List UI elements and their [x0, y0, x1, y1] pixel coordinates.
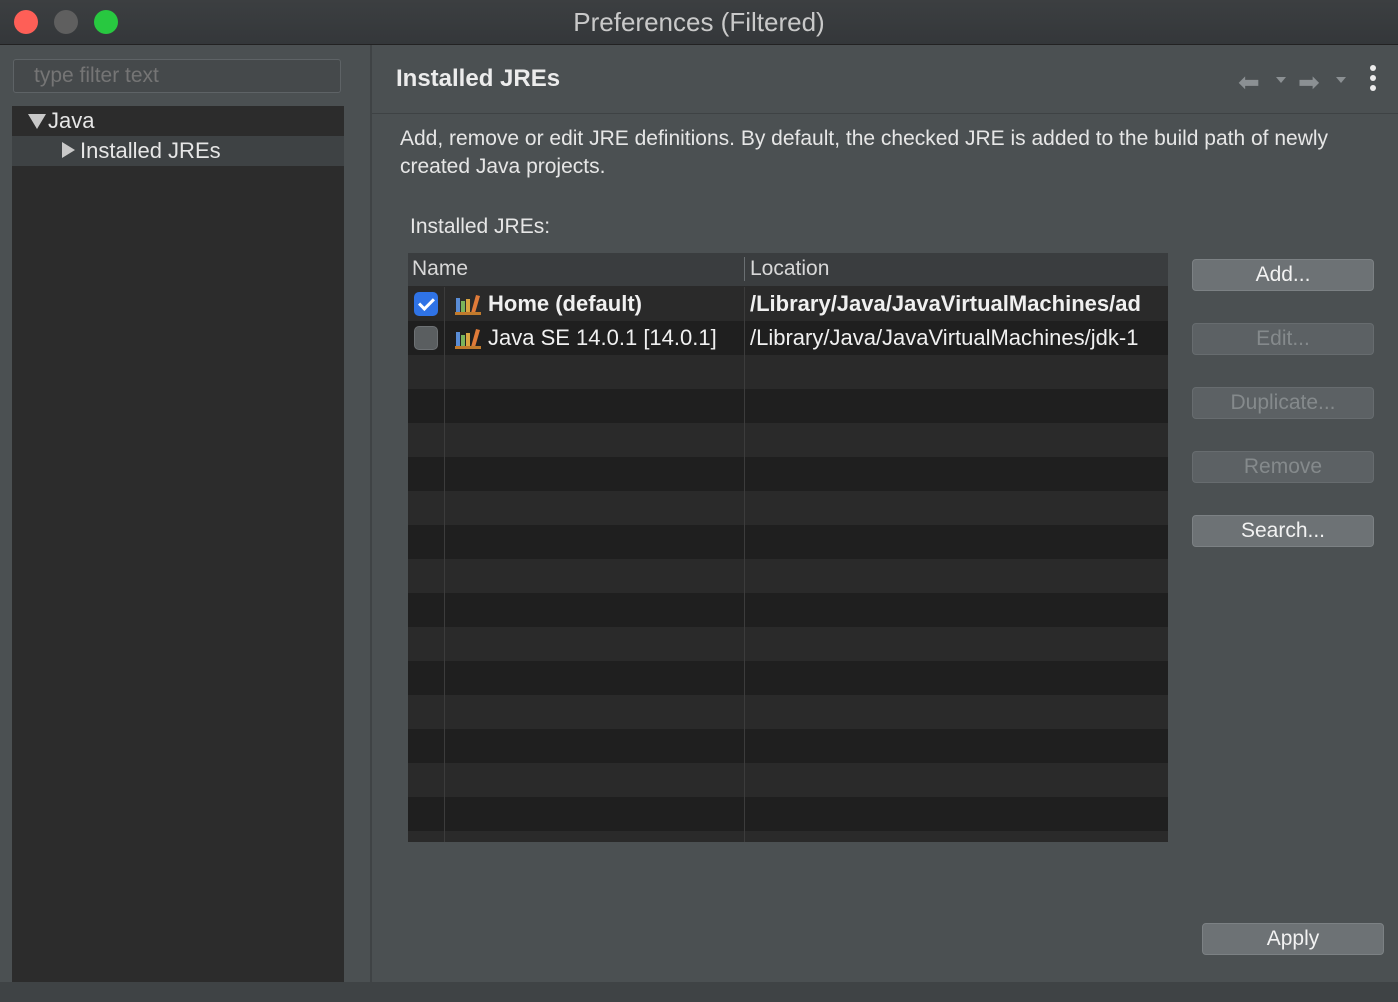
jre-name: Java SE 14.0.1 [14.0.1] [488, 325, 717, 350]
jre-checkbox[interactable] [414, 326, 438, 350]
remove-button[interactable]: Remove [1192, 451, 1374, 483]
column-header-location[interactable]: Location [750, 257, 829, 281]
table-header: Name Location [408, 253, 1168, 287]
preferences-sidebar: Java Installed JREs [0, 45, 372, 982]
window-title: Preferences (Filtered) [573, 7, 825, 37]
page-header: Installed JREs ⬅ ➡ [372, 45, 1398, 114]
duplicate-button[interactable]: Duplicate... [1192, 387, 1374, 419]
add-button[interactable]: Add... [1192, 259, 1374, 291]
empty-row [408, 389, 1168, 423]
empty-row [408, 457, 1168, 491]
empty-row [408, 627, 1168, 661]
expand-arrow-icon[interactable] [28, 114, 46, 129]
more-options-icon[interactable] [1370, 65, 1376, 95]
page-description: Add, remove or edit JRE definitions. By … [400, 127, 1329, 178]
empty-row [408, 525, 1168, 559]
column-divider[interactable] [744, 257, 745, 281]
filter-input[interactable] [13, 59, 341, 93]
preferences-tree: Java Installed JREs [12, 106, 344, 982]
empty-row [408, 559, 1168, 593]
forward-dropdown-icon[interactable] [1336, 77, 1346, 83]
preference-page: Installed JREs ⬅ ➡ Add, remove or edit J… [372, 45, 1398, 982]
collapse-arrow-icon[interactable] [62, 142, 75, 158]
edit-button[interactable]: Edit... [1192, 323, 1374, 355]
installed-jres-table[interactable]: Name Location Home (default) /Library/Ja… [408, 253, 1168, 842]
jre-location: /Library/Java/JavaVirtualMachines/jdk-1 [750, 325, 1139, 350]
jre-location: /Library/Java/JavaVirtualMachines/ad [750, 291, 1141, 316]
back-dropdown-icon[interactable] [1276, 77, 1286, 83]
jre-name: Home (default) [488, 291, 642, 316]
empty-row [408, 661, 1168, 695]
empty-row [408, 593, 1168, 627]
tree-item-label: Java [48, 108, 95, 133]
empty-row [408, 729, 1168, 763]
column-gridline [744, 287, 745, 842]
jre-library-icon [455, 329, 481, 349]
bottom-button-bar [0, 982, 1398, 1002]
search-button[interactable]: Search... [1192, 515, 1374, 547]
empty-row [408, 491, 1168, 525]
back-arrow-icon[interactable]: ⬅ [1238, 67, 1260, 98]
table-body: Home (default) /Library/Java/JavaVirtual… [408, 287, 1168, 842]
tree-item-java[interactable]: Java [12, 106, 344, 136]
table-row[interactable]: Home (default) /Library/Java/JavaVirtual… [408, 287, 1168, 321]
empty-row [408, 423, 1168, 457]
table-row[interactable]: Java SE 14.0.1 [14.0.1] /Library/Java/Ja… [408, 321, 1168, 355]
empty-row [408, 695, 1168, 729]
tree-item-installed-jres[interactable]: Installed JREs [12, 136, 344, 166]
empty-row [408, 831, 1168, 842]
column-header-name[interactable]: Name [412, 257, 468, 281]
table-caption: Installed JREs: [410, 215, 551, 238]
default-jre-checkbox[interactable] [414, 292, 438, 316]
empty-row [408, 797, 1168, 831]
apply-button[interactable]: Apply [1202, 923, 1384, 955]
title-bar: Preferences (Filtered) [0, 0, 1398, 45]
page-title: Installed JREs [396, 65, 561, 92]
jre-library-icon [455, 295, 481, 315]
empty-row [408, 763, 1168, 797]
column-gridline [444, 287, 445, 842]
empty-row [408, 355, 1168, 389]
preferences-window: Preferences (Filtered) Java Installed JR… [0, 0, 1398, 1002]
forward-arrow-icon[interactable]: ➡ [1298, 67, 1320, 98]
tree-item-label: Installed JREs [80, 138, 221, 163]
